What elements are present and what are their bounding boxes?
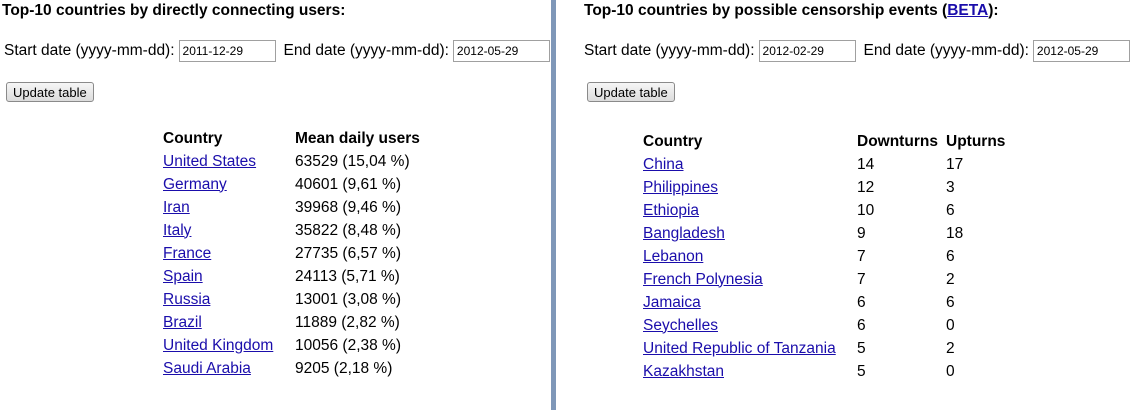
users-value: 35822 (8,48 %) — [295, 221, 401, 239]
downturns-header: Downturns — [857, 132, 938, 150]
users-value: 11889 (2,82 %) — [295, 313, 400, 331]
upturns-value: 6 — [946, 247, 955, 265]
country-link[interactable]: Lebanon — [643, 248, 703, 265]
country-header: Country — [163, 129, 223, 147]
title-suffix: ): — [988, 2, 999, 19]
downturns-value: 6 — [857, 293, 866, 311]
table-row: Seychelles 6 0 — [643, 314, 1026, 337]
update-table-button[interactable]: Update table — [587, 82, 675, 102]
censorship-panel-title: Top-10 countries by possible censorship … — [584, 2, 999, 20]
upturns-value: 6 — [946, 201, 955, 219]
upturns-value: 2 — [946, 339, 955, 357]
censorship-table: Country Downturns Upturns China 14 17 Ph… — [643, 130, 1026, 383]
table-header-row: Country Downturns Upturns — [643, 130, 1026, 153]
country-link[interactable]: Jamaica — [643, 294, 701, 311]
country-link[interactable]: Italy — [163, 222, 191, 239]
upturns-value: 2 — [946, 270, 955, 288]
country-link[interactable]: Russia — [163, 291, 210, 308]
table-row: Russia 13001 (3,08 %) — [163, 288, 445, 311]
title-prefix: Top-10 countries by possible censorship … — [584, 2, 948, 19]
end-date-input[interactable] — [1032, 40, 1130, 62]
upturns-value: 17 — [946, 155, 964, 173]
downturns-value: 14 — [857, 155, 875, 173]
downturns-value: 7 — [857, 247, 866, 265]
table-row: Lebanon 7 6 — [643, 245, 1026, 268]
table-row: United States 63529 (15,04 %) — [163, 150, 445, 173]
end-date-label: End date (yyyy-mm-dd): — [863, 42, 1029, 59]
upturns-value: 0 — [946, 362, 955, 380]
upturns-value: 18 — [946, 224, 964, 242]
users-date-range: Start date (yyyy-mm-dd): End date (yyyy-… — [4, 40, 550, 62]
users-value: 13001 (3,08 %) — [295, 290, 401, 308]
country-header: Country — [643, 132, 703, 150]
country-link[interactable]: United States — [163, 153, 256, 170]
users-value: 9205 (2,18 %) — [295, 359, 393, 377]
table-row: Iran 39968 (9,46 %) — [163, 196, 445, 219]
table-row: Spain 24113 (5,71 %) — [163, 265, 445, 288]
users-panel-title: Top-10 countries by directly connecting … — [2, 2, 346, 19]
users-panel: Top-10 countries by directly connecting … — [0, 0, 551, 410]
table-row: Philippines 12 3 — [643, 176, 1026, 199]
start-date-input[interactable] — [758, 40, 856, 62]
table-row: China 14 17 — [643, 153, 1026, 176]
users-value: 39968 (9,46 %) — [295, 198, 401, 216]
downturns-value: 10 — [857, 201, 875, 219]
country-link[interactable]: French Polynesia — [643, 271, 763, 288]
table-row: Bangladesh 9 18 — [643, 222, 1026, 245]
users-value: 63529 (15,04 %) — [295, 152, 410, 170]
downturns-value: 6 — [857, 316, 866, 334]
downturns-value: 12 — [857, 178, 875, 196]
country-link[interactable]: Iran — [163, 199, 190, 216]
country-link[interactable]: China — [643, 156, 684, 173]
downturns-value: 5 — [857, 339, 866, 357]
country-link[interactable]: Seychelles — [643, 317, 718, 334]
start-date-input[interactable] — [178, 40, 276, 62]
end-date-label: End date (yyyy-mm-dd): — [283, 42, 449, 59]
censorship-panel: Top-10 countries by possible censorship … — [556, 0, 1139, 410]
table-row: Saudi Arabia 9205 (2,18 %) — [163, 357, 445, 380]
start-date-label: Start date (yyyy-mm-dd): — [4, 42, 175, 59]
table-row: Brazil 11889 (2,82 %) — [163, 311, 445, 334]
censorship-date-range: Start date (yyyy-mm-dd): End date (yyyy-… — [584, 40, 1130, 62]
start-date-label: Start date (yyyy-mm-dd): — [584, 42, 755, 59]
upturns-value: 0 — [946, 316, 955, 334]
country-link[interactable]: Kazakhstan — [643, 363, 724, 380]
upturns-value: 3 — [946, 178, 955, 196]
mean-daily-users-header: Mean daily users — [295, 129, 420, 147]
beta-link[interactable]: BETA — [947, 2, 988, 19]
table-row: Kazakhstan 5 0 — [643, 360, 1026, 383]
upturns-value: 6 — [946, 293, 955, 311]
country-link[interactable]: Saudi Arabia — [163, 360, 251, 377]
table-row: United Republic of Tanzania 5 2 — [643, 337, 1026, 360]
country-link[interactable]: United Republic of Tanzania — [643, 340, 836, 357]
country-link[interactable]: Ethiopia — [643, 202, 699, 219]
country-link[interactable]: Philippines — [643, 179, 718, 196]
users-value: 10056 (2,38 %) — [295, 336, 401, 354]
end-date-input[interactable] — [452, 40, 550, 62]
table-header-row: Country Mean daily users — [163, 127, 445, 150]
downturns-value: 9 — [857, 224, 866, 242]
users-table: Country Mean daily users United States 6… — [163, 127, 445, 380]
country-link[interactable]: Germany — [163, 176, 227, 193]
upturns-header: Upturns — [946, 132, 1006, 150]
country-link[interactable]: Bangladesh — [643, 225, 725, 242]
table-row: Italy 35822 (8,48 %) — [163, 219, 445, 242]
country-link[interactable]: United Kingdom — [163, 337, 273, 354]
downturns-value: 7 — [857, 270, 866, 288]
users-value: 40601 (9,61 %) — [295, 175, 401, 193]
table-row: United Kingdom 10056 (2,38 %) — [163, 334, 445, 357]
table-row: Ethiopia 10 6 — [643, 199, 1026, 222]
users-value: 24113 (5,71 %) — [295, 267, 400, 285]
table-row: Jamaica 6 6 — [643, 291, 1026, 314]
users-value: 27735 (6,57 %) — [295, 244, 401, 262]
downturns-value: 5 — [857, 362, 866, 380]
table-row: France 27735 (6,57 %) — [163, 242, 445, 265]
country-link[interactable]: France — [163, 245, 211, 262]
table-row: Germany 40601 (9,61 %) — [163, 173, 445, 196]
country-link[interactable]: Spain — [163, 268, 203, 285]
update-table-button[interactable]: Update table — [6, 82, 94, 102]
country-link[interactable]: Brazil — [163, 314, 202, 331]
table-row: French Polynesia 7 2 — [643, 268, 1026, 291]
